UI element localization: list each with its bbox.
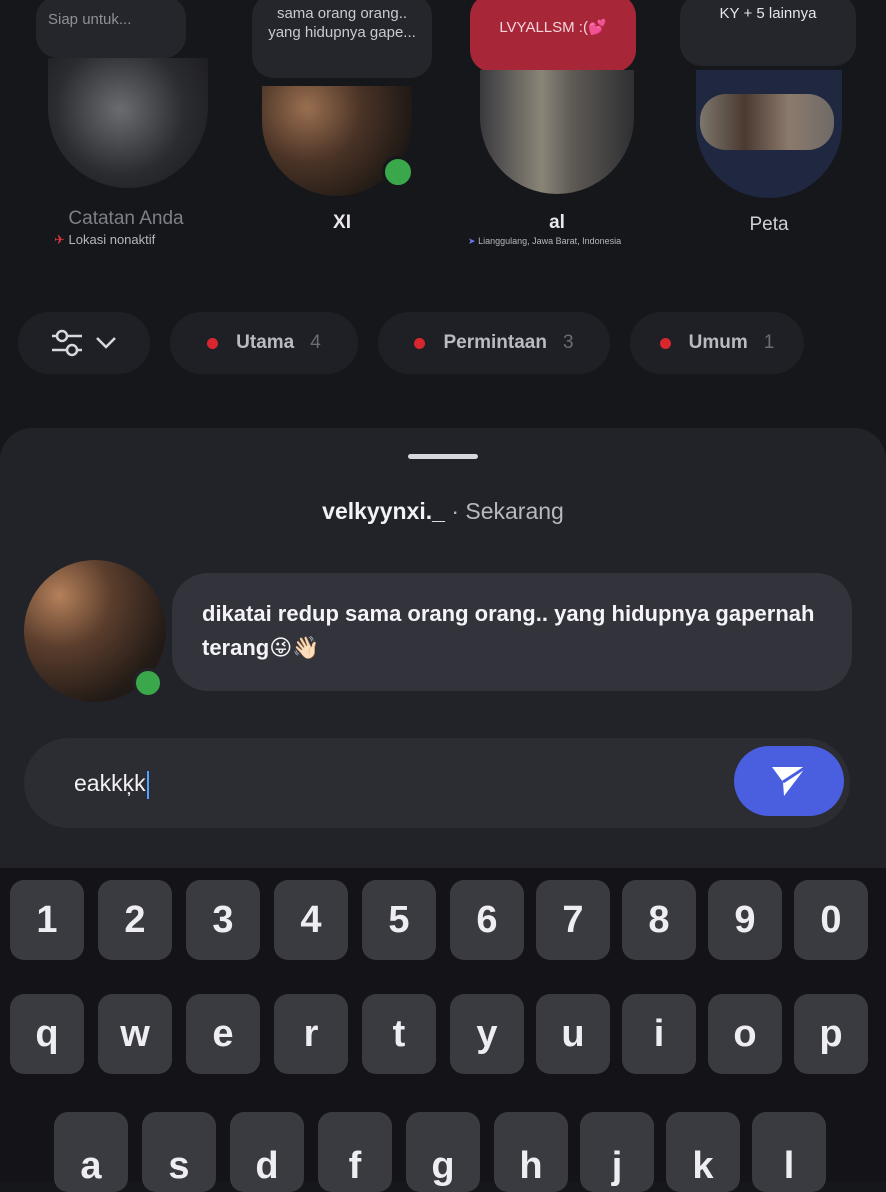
send-button[interactable] <box>734 746 844 816</box>
note-bubble[interactable]: LVYALLSM :(💕 <box>470 0 636 72</box>
message-text: dikatai redup sama orang orang.. yang hi… <box>202 601 815 660</box>
key-1[interactable]: 1 <box>10 880 84 960</box>
unread-dot <box>207 337 219 349</box>
key-s[interactable]: s <box>142 1112 216 1192</box>
key-q[interactable]: q <box>10 994 84 1074</box>
key-r[interactable]: r <box>274 994 348 1074</box>
online-indicator <box>133 668 163 698</box>
filter-umum[interactable]: Umum 1 <box>630 312 804 374</box>
key-d[interactable]: d <box>230 1112 304 1192</box>
key-0[interactable]: 0 <box>794 880 868 960</box>
key-h[interactable]: h <box>494 1112 568 1192</box>
key-4[interactable]: 4 <box>274 880 348 960</box>
keyboard: 1 2 3 4 5 6 7 8 9 0 q w e r t y u i o p … <box>0 868 886 1192</box>
unread-dot <box>659 337 671 349</box>
note-text: LVYALLSM :(💕 <box>499 19 607 36</box>
filter-utama[interactable]: Utama 4 <box>170 312 358 374</box>
drag-handle[interactable] <box>408 454 478 459</box>
key-7[interactable]: 7 <box>536 880 610 960</box>
chevron-down-icon <box>96 337 116 349</box>
sliders-icon <box>52 329 82 357</box>
key-f[interactable]: f <box>318 1112 392 1192</box>
online-indicator <box>382 156 414 188</box>
filter-count: 1 <box>763 332 775 353</box>
key-k[interactable]: k <box>666 1112 740 1192</box>
filter-settings-button[interactable] <box>18 312 150 374</box>
key-8[interactable]: 8 <box>622 880 696 960</box>
key-a[interactable]: a <box>54 1112 128 1192</box>
key-i[interactable]: i <box>622 994 696 1074</box>
note-reply-sheet: velkyynxi._ · Sekarang dikatai redup sam… <box>0 428 886 868</box>
key-5[interactable]: 5 <box>362 880 436 960</box>
key-9[interactable]: 9 <box>708 880 782 960</box>
key-3[interactable]: 3 <box>186 880 260 960</box>
location-status: ✈ Lokasi nonaktif <box>54 232 156 247</box>
key-6[interactable]: 6 <box>450 880 524 960</box>
avatar-self[interactable] <box>48 58 208 188</box>
key-e[interactable]: e <box>186 994 260 1074</box>
reply-input[interactable]: eakkķk <box>24 738 850 828</box>
avatar-al[interactable] <box>480 70 634 194</box>
note-text: sama orang orang.. yang hidupnya gape... <box>268 5 416 41</box>
separator: · <box>451 498 459 524</box>
note-name: al <box>549 212 565 233</box>
note-name: Peta <box>749 214 789 235</box>
sheet-title: velkyynxi._ · Sekarang <box>0 498 886 525</box>
key-y[interactable]: y <box>450 994 524 1074</box>
filter-permintaan[interactable]: Permintaan 3 <box>378 312 610 374</box>
location-icon: ➤ <box>468 236 476 246</box>
note-name: Catatan Anda <box>68 208 184 229</box>
note-text: KY + 5 lainnya <box>719 5 817 22</box>
filter-label: Permintaan <box>443 332 547 353</box>
filter-count: 3 <box>562 332 574 353</box>
send-icon <box>772 765 807 796</box>
note-bubble[interactable]: KY + 5 lainnya <box>680 0 856 66</box>
unread-dot <box>414 337 426 349</box>
note-name: XI <box>333 212 351 233</box>
note-text: Siap untuk... <box>48 11 132 28</box>
reply-value: eakkķk <box>74 770 149 799</box>
friends-photo <box>700 94 834 150</box>
key-p[interactable]: p <box>794 994 868 1074</box>
notes-strip: Siap untuk... Catatan Anda ✈ Lokasi nona… <box>0 0 886 300</box>
location-status: ➤ Lianggulang, Jawa Barat, Indonesia <box>468 236 622 246</box>
map-avatar[interactable] <box>696 70 842 198</box>
filter-label: Umum <box>688 332 748 353</box>
key-l[interactable]: l <box>752 1112 826 1192</box>
location-off-icon: ✈ <box>54 232 65 247</box>
key-u[interactable]: u <box>536 994 610 1074</box>
note-message: dikatai redup sama orang orang.. yang hi… <box>172 573 852 691</box>
key-t[interactable]: t <box>362 994 436 1074</box>
key-g[interactable]: g <box>406 1112 480 1192</box>
note-bubble[interactable]: Siap untuk... <box>36 0 186 58</box>
key-2[interactable]: 2 <box>98 880 172 960</box>
filter-label: Utama <box>236 332 295 353</box>
text-cursor <box>146 770 149 799</box>
key-j[interactable]: j <box>580 1112 654 1192</box>
timestamp: Sekarang <box>465 498 564 524</box>
key-o[interactable]: o <box>708 994 782 1074</box>
key-w[interactable]: w <box>98 994 172 1074</box>
filter-count: 4 <box>310 332 321 353</box>
note-bubble[interactable]: sama orang orang.. yang hidupnya gape... <box>252 0 432 78</box>
sender-username[interactable]: velkyynxi._ <box>322 498 445 524</box>
